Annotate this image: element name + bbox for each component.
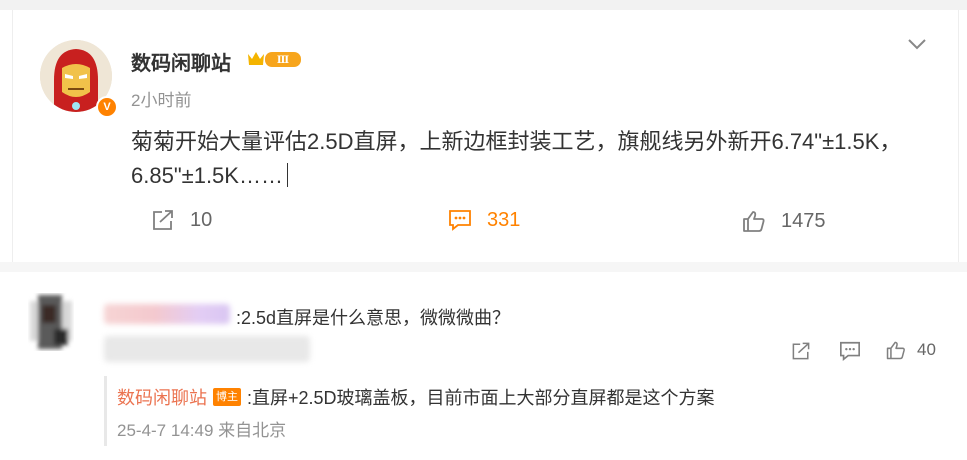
author-badge: 博主 (213, 388, 241, 406)
comment-count: 331 (487, 208, 521, 231)
top-gap (0, 0, 967, 10)
post-time[interactable]: 2小时前 (131, 86, 191, 111)
repost-count: 10 (190, 208, 213, 231)
share-icon (153, 210, 173, 230)
comment-thumbs-up-icon (886, 341, 905, 360)
member-crown-badge: Ⅲ (248, 52, 301, 67)
post-body: 菊菊开始大量评估2.5D直屏，上新边框封装工艺，旗舰线另外新开6.74"±1.5… (131, 125, 921, 193)
commenter-name-blurred[interactable] (104, 304, 230, 324)
reply-author[interactable]: 数码闲聊站 (117, 384, 207, 410)
commenter-avatar-blurred[interactable] (28, 293, 74, 351)
post-text: 菊菊开始大量评估2.5D直屏，上新边框封装工艺，旗舰线另外新开6.74"±1.5… (131, 129, 902, 188)
reply-meta: 25-4-7 14:49 来自北京 (117, 421, 287, 440)
reply-text: :直屏+2.5D玻璃盖板，目前市面上大部分直屏都是这个方案 (247, 388, 715, 408)
thumbs-up-icon (743, 211, 765, 232)
like-count: 1475 (781, 209, 826, 232)
repost-button[interactable]: 10 (150, 208, 212, 232)
comment-button[interactable]: 331 (447, 208, 520, 232)
text-cursor (286, 163, 288, 187)
reply: 数码闲聊站 博主 :直屏+2.5D玻璃盖板，目前市面上大部分直屏都是这个方案 (117, 384, 715, 410)
comment-meta-blurred (104, 336, 310, 362)
comment-reply-icon[interactable] (838, 340, 862, 362)
comment-like-count: 40 (917, 340, 936, 359)
chevron-down-icon[interactable] (906, 36, 928, 52)
like-button[interactable]: 1475 (741, 209, 826, 233)
comment-icon (449, 210, 471, 231)
author-name[interactable]: 数码闲聊站 (131, 47, 231, 76)
comment-share-icon[interactable] (790, 340, 812, 362)
verified-badge: V (96, 96, 118, 118)
member-level: Ⅲ (277, 55, 289, 66)
section-divider (0, 262, 967, 272)
reply-indent-bar (104, 376, 107, 446)
comment-like-button[interactable]: 40 (885, 339, 936, 361)
comment-text: :2.5d直屏是什么意思，微微微曲？ (236, 308, 511, 328)
